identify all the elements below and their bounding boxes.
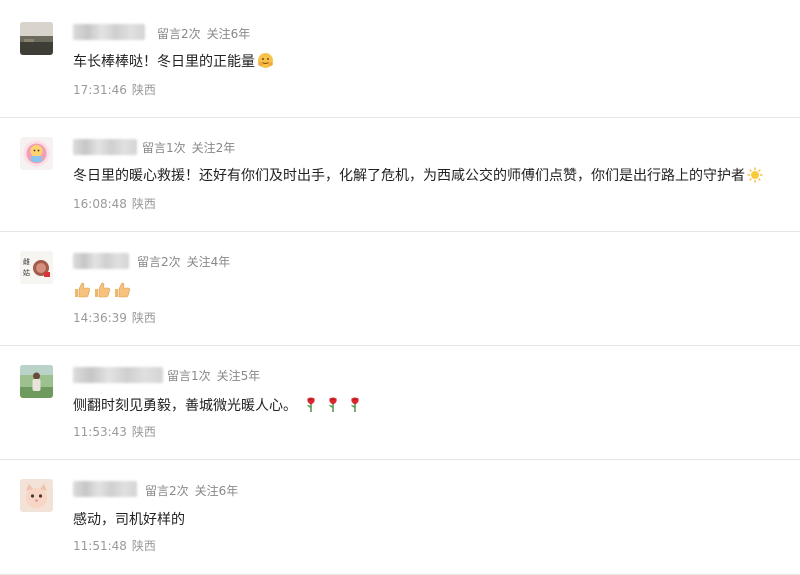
avatar[interactable]	[20, 22, 53, 55]
comment-time: 16:08:48 陕西	[73, 195, 156, 212]
comment-time: 11:53:43 陕西	[73, 423, 156, 440]
follow-years: 关注6年	[194, 484, 239, 498]
nickname-blurred[interactable]	[73, 481, 137, 497]
timestamp: 17:31:46	[73, 83, 127, 97]
comment-text-content: 感动，司机好样的	[73, 512, 185, 528]
comment-meta: 留言1次 关注5年	[167, 367, 260, 384]
avatar[interactable]	[20, 137, 53, 170]
comment-time: 14:36:39 陕西	[73, 309, 156, 326]
comment-meta: 留言2次 关注6年	[157, 25, 250, 42]
outdoor-person-avatar-image	[20, 365, 53, 398]
location: 陕西	[131, 83, 156, 97]
avatar[interactable]	[20, 365, 53, 398]
cartoon-avatar-image	[20, 137, 53, 170]
follow-years: 关注5年	[216, 369, 261, 383]
comment-time: 17:31:46 陕西	[73, 81, 156, 98]
thumbs-up-emoji-icon	[73, 281, 91, 303]
message-count: 留言2次	[157, 27, 201, 41]
location: 陕西	[131, 425, 156, 439]
comment-text: 车长棒棒哒！冬日里的正能量	[73, 51, 274, 73]
comment-item: 留言1次 关注5年 侧翻时刻见勇毅，善城微光暖人心。 11:53:43 陕西	[0, 346, 800, 460]
svg-text:雌: 雌	[23, 257, 30, 266]
landscape-avatar-image	[20, 22, 53, 55]
avatar[interactable]: 雌 姑	[20, 251, 53, 284]
timestamp: 11:51:48	[73, 539, 127, 553]
rose-emoji-icon	[347, 396, 363, 417]
nickname-blurred[interactable]	[73, 367, 163, 383]
timestamp: 11:53:43	[73, 425, 127, 439]
timestamp: 14:36:39	[73, 311, 127, 325]
comment-text	[73, 281, 131, 303]
calligraphy-avatar-image: 雌 姑	[20, 251, 53, 284]
comment-text-content: 冬日里的暖心救援！还好有你们及时出手，化解了危机，为西咸公交的师傅们点赞，你们是…	[73, 168, 745, 184]
follow-years: 关注6年	[206, 27, 251, 41]
timestamp: 16:08:48	[73, 197, 127, 211]
location: 陕西	[131, 311, 156, 325]
comment-text-content: 侧翻时刻见勇毅，善城微光暖人心。	[73, 398, 297, 414]
comment-meta: 留言2次 关注6年	[145, 482, 238, 499]
follow-years: 关注4年	[186, 255, 231, 269]
thumbs-up-emoji-icon	[93, 281, 111, 303]
rose-emoji-icon	[325, 396, 341, 417]
avatar[interactable]	[20, 479, 53, 512]
rose-emoji-icon	[303, 396, 319, 417]
comment-text: 冬日里的暖心救援！还好有你们及时出手，化解了危机，为西咸公交的师傅们点赞，你们是…	[73, 165, 763, 187]
comment-meta: 留言2次 关注4年	[137, 253, 230, 270]
comment-time: 11:51:48 陕西	[73, 537, 156, 554]
nickname-blurred[interactable]	[73, 24, 145, 40]
comment-item: 留言1次 关注2年 冬日里的暖心救援！还好有你们及时出手，化解了危机，为西咸公交的…	[0, 118, 800, 232]
follow-years: 关注2年	[191, 141, 236, 155]
hugging-face-emoji-icon	[257, 52, 274, 73]
message-count: 留言2次	[145, 484, 189, 498]
svg-text:姑: 姑	[23, 268, 30, 277]
thumbs-up-emoji-icon	[113, 281, 131, 303]
comment-item: 留言2次 关注6年 感动，司机好样的 11:51:48 陕西	[0, 460, 800, 575]
location: 陕西	[131, 539, 156, 553]
nickname-blurred[interactable]	[73, 253, 129, 269]
message-count: 留言1次	[167, 369, 211, 383]
cat-avatar-image	[20, 479, 53, 512]
message-count: 留言1次	[142, 141, 186, 155]
comment-meta: 留言1次 关注2年	[142, 139, 235, 156]
comment-text-content: 车长棒棒哒！冬日里的正能量	[73, 54, 255, 70]
comment-item: 雌 姑 留言2次 关注4年 14:36:39 陕西	[0, 232, 800, 346]
comment-list: 留言2次 关注6年 车长棒棒哒！冬日里的正能量 17:31:46 陕西 留言1次 关注…	[0, 0, 800, 575]
comment-text: 侧翻时刻见勇毅，善城微光暖人心。	[73, 395, 363, 417]
location: 陕西	[131, 197, 156, 211]
message-count: 留言2次	[137, 255, 181, 269]
sun-emoji-icon	[747, 167, 763, 187]
comment-text: 感动，司机好样的	[73, 509, 185, 529]
nickname-blurred[interactable]	[73, 139, 137, 155]
comment-item: 留言2次 关注6年 车长棒棒哒！冬日里的正能量 17:31:46 陕西	[0, 0, 800, 118]
